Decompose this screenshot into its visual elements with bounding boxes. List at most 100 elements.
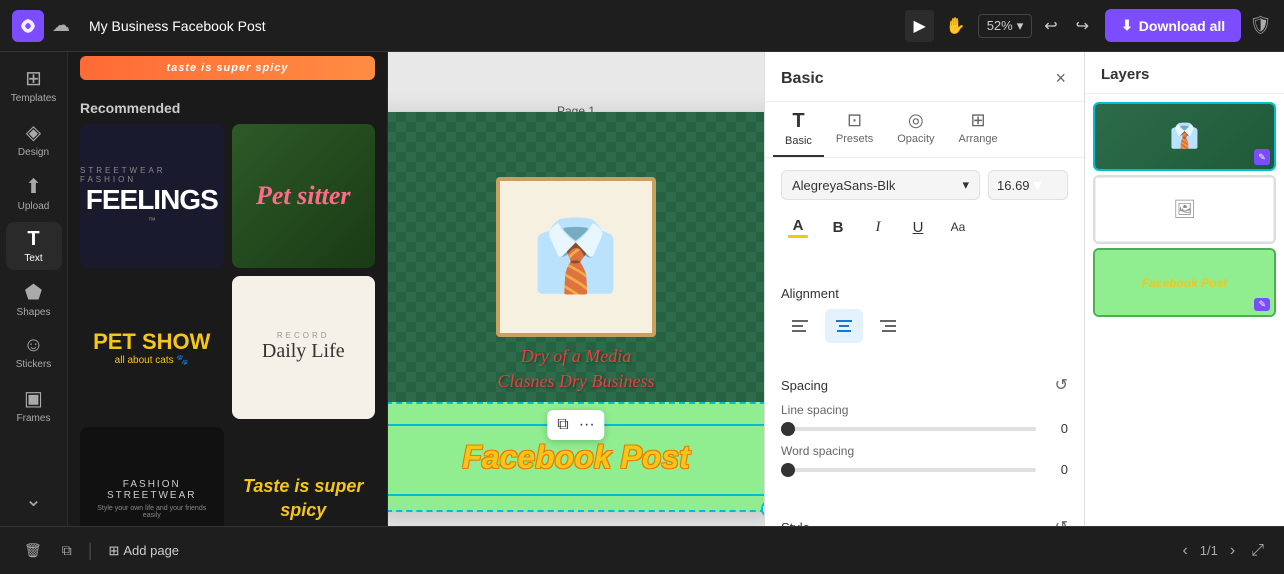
canvas-frame[interactable]: 👔 Dry of a Media Clasnes Dry Business xyxy=(388,112,764,512)
underline-btn[interactable]: U xyxy=(901,210,935,244)
sidebar-item-design[interactable]: ◈ Design xyxy=(6,114,62,164)
tab-presets[interactable]: ⊡ Presets xyxy=(824,102,885,157)
template-card-feelings[interactable]: STREETWEAR FASHION FEELINGS ™ xyxy=(80,124,224,268)
zoom-level: 52% xyxy=(987,18,1013,33)
text-color-letter: A xyxy=(793,217,804,234)
layer-item-bottom[interactable]: Facebook Post ✎ xyxy=(1093,248,1276,317)
sidebar-item-text[interactable]: T Text xyxy=(6,222,62,270)
sidebar-label-frames: Frames xyxy=(17,413,51,424)
add-page-icon: ⊞ xyxy=(108,543,119,559)
layer-item-mid[interactable]: 🖼 xyxy=(1093,175,1276,244)
spacing-section: Spacing ↺ Line spacing 0 Word spacing 0 xyxy=(765,363,1084,497)
layer-thumb-mid: 🖼 xyxy=(1095,177,1274,242)
line-spacing-label: Line spacing xyxy=(781,403,1068,417)
duplicate-btn[interactable]: ⧉ xyxy=(54,536,80,565)
canvas-wrapper: Page 1 👔 Dry of a xyxy=(388,92,764,512)
template-card-fashion[interactable]: FASHION STREETWEAR Style your own life a… xyxy=(80,427,224,526)
panel-close-button[interactable]: × xyxy=(1053,66,1068,91)
add-page-btn[interactable]: ⊞ Add page xyxy=(100,537,187,565)
page-navigation: ‹ 1/1 › ⤢ xyxy=(1178,538,1268,564)
undo-btn[interactable]: ↩ xyxy=(1036,10,1065,42)
tab-opacity[interactable]: ◎ Opacity xyxy=(885,102,946,157)
templates-icon: ⊞ xyxy=(25,66,42,91)
dailylife-text: Daily Life xyxy=(262,340,345,363)
word-spacing-row: Word spacing 0 xyxy=(781,444,1068,477)
tab-arrange[interactable]: ⊞ Arrange xyxy=(947,102,1010,157)
fashion-brand-text: FASHION STREETWEAR xyxy=(88,479,216,501)
line-spacing-value: 0 xyxy=(1044,421,1068,436)
download-all-button[interactable]: ⬇ Download all xyxy=(1105,9,1241,42)
layers-title: Layers xyxy=(1085,52,1284,94)
align-left-btn[interactable] xyxy=(781,309,819,343)
next-page-btn[interactable]: › xyxy=(1226,538,1239,564)
font-family-select[interactable]: AlegreyaSans-Blk ▾ xyxy=(781,170,980,200)
expand-btn[interactable]: ⤢ xyxy=(1247,538,1268,564)
spacing-label-row: Spacing ↺ xyxy=(781,375,1068,395)
panel-top-preview: taste is super spicy xyxy=(68,52,387,80)
font-size-value: 16.69 xyxy=(997,178,1030,193)
sidebar-item-stickers[interactable]: ☺ Stickers xyxy=(6,328,62,376)
shirt-frame: 👔 xyxy=(496,177,656,337)
canvas-cursive-text: Dry of a Media Clasnes Dry Business xyxy=(388,344,764,394)
sidebar-item-more[interactable]: ⌄ xyxy=(6,481,62,518)
more-icon: ⌄ xyxy=(25,487,42,512)
style-label-row: Style ↺ xyxy=(781,517,1068,526)
canvas-scroll[interactable]: Page 1 👔 Dry of a xyxy=(388,52,764,526)
tab-basic[interactable]: T Basic xyxy=(773,102,824,157)
word-spacing-slider[interactable] xyxy=(781,468,1036,472)
properties-panel: Basic × T Basic ⊡ Presets ◎ Opacity ⊞ Ar… xyxy=(764,52,1084,526)
italic-btn[interactable]: I xyxy=(861,210,895,244)
alignment-label-text: Alignment xyxy=(781,286,839,301)
align-center-btn[interactable] xyxy=(825,309,863,343)
panel-top-text: taste is super spicy xyxy=(80,56,375,80)
spacing-reset-btn[interactable]: ↺ xyxy=(1055,375,1068,395)
basic-tab-icon: T xyxy=(792,110,804,133)
format-row: A B I U Aa xyxy=(781,210,1068,244)
element-more-btn[interactable]: ··· xyxy=(575,414,599,436)
bottom-bar: 🗑 ⧉ | ⊞ Add page ‹ 1/1 › ⤢ xyxy=(0,526,1284,574)
page-total: 1 xyxy=(1211,543,1218,558)
word-spacing-value: 0 xyxy=(1044,462,1068,477)
font-size-control: 16.69 ▾ xyxy=(988,170,1068,200)
basic-tab-label: Basic xyxy=(785,135,812,147)
pointer-tool-btn[interactable]: ▶ xyxy=(905,10,933,42)
layer-item-top[interactable]: 👔 ✎ xyxy=(1093,102,1276,171)
redo-btn[interactable]: ↪ xyxy=(1068,10,1097,42)
hand-tool-btn[interactable]: ✋ xyxy=(938,10,974,42)
duplicate-icon: ⧉ xyxy=(62,542,72,559)
sidebar-label-stickers: Stickers xyxy=(16,359,52,370)
sidebar-item-upload[interactable]: ⬆ Upload xyxy=(6,168,62,218)
sidebar-item-shapes[interactable]: ⬟ Shapes xyxy=(6,274,62,324)
style-reset-btn[interactable]: ↺ xyxy=(1055,517,1068,526)
sidebar-item-templates[interactable]: ⊞ Templates xyxy=(6,60,62,110)
dailylife-record: RECORD xyxy=(277,331,330,340)
bold-btn[interactable]: B xyxy=(821,210,855,244)
zoom-control[interactable]: 52% ▾ xyxy=(978,14,1033,38)
text-color-btn[interactable]: A xyxy=(781,210,815,244)
shirt-icon: 👔 xyxy=(532,216,619,298)
template-card-petsitter[interactable]: Pet sitter xyxy=(232,124,376,268)
petshow-sub-text: all about cats 🐾 xyxy=(93,355,210,366)
line-spacing-row: Line spacing 0 xyxy=(781,403,1068,436)
sidebar-item-frames[interactable]: ▣ Frames xyxy=(6,380,62,430)
trash-icon: 🗑 xyxy=(24,542,42,559)
template-card-spicy[interactable]: Taste is super spicy xyxy=(232,427,376,526)
prev-page-btn[interactable]: ‹ xyxy=(1178,538,1191,564)
layer-shirt-preview: 👔 xyxy=(1170,122,1200,151)
template-card-petshow[interactable]: PET SHOW all about cats 🐾 xyxy=(80,276,224,420)
petshow-main-text: PET SHOW xyxy=(93,329,210,355)
template-card-dailylife[interactable]: RECORD Daily Life xyxy=(232,276,376,420)
cloud-save-icon[interactable]: ☁ xyxy=(52,15,70,36)
document-title-input[interactable] xyxy=(78,13,298,39)
align-right-btn[interactable] xyxy=(869,309,907,343)
text-case-btn[interactable]: Aa xyxy=(941,210,975,244)
layer-edit-badge: ✎ xyxy=(1254,298,1270,311)
add-page-label: Add page xyxy=(123,543,179,558)
layer-thumb-bottom: Facebook Post xyxy=(1095,250,1274,315)
app-logo[interactable] xyxy=(12,10,44,42)
line-spacing-slider[interactable] xyxy=(781,427,1036,431)
delete-btn[interactable]: 🗑 xyxy=(16,536,50,565)
divider-bar: | xyxy=(88,540,93,561)
download-label: Download all xyxy=(1139,18,1225,34)
element-copy-btn[interactable]: ⧉ xyxy=(553,414,572,436)
